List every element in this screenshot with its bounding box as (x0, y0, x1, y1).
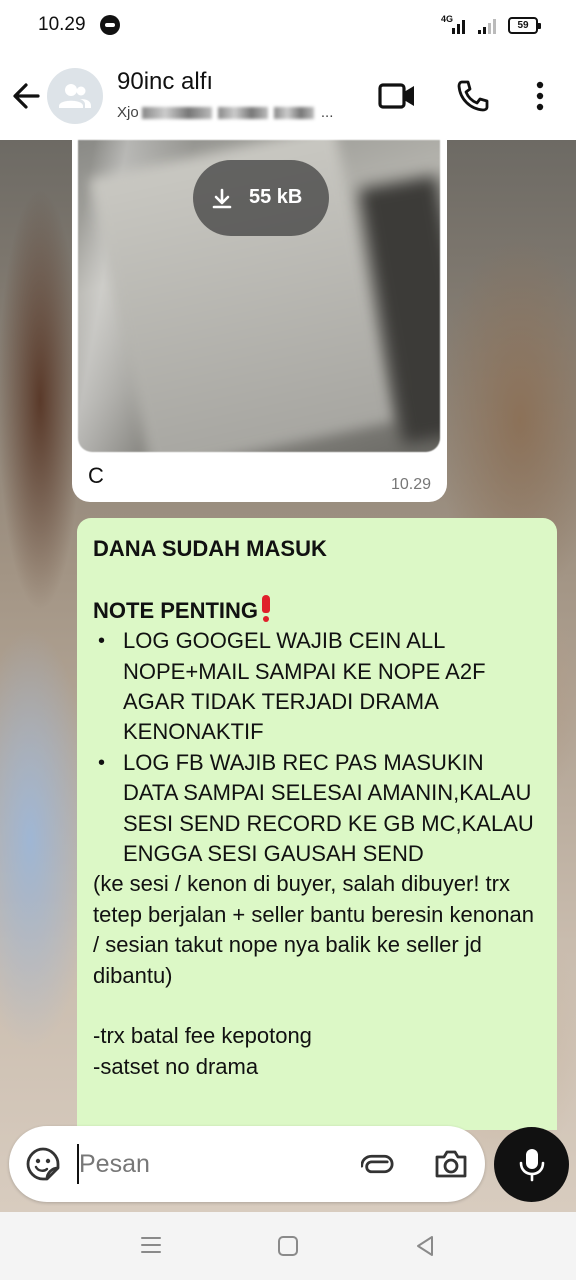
contact-subtitle-prefix: Xjo (117, 104, 139, 121)
download-icon (212, 188, 232, 209)
message-extra-line: -satset no drama (93, 1053, 259, 1079)
contact-subtitle[interactable]: Xjo ... (117, 104, 333, 121)
contact-name[interactable]: 90inc alfı (117, 68, 213, 96)
home-icon[interactable] (278, 1236, 298, 1256)
paperclip-icon[interactable] (360, 1146, 395, 1182)
recent-apps-icon[interactable] (140, 1234, 162, 1256)
redacted-blur-3 (273, 107, 314, 120)
image-caption: C (88, 463, 104, 488)
video-camera-icon[interactable] (377, 78, 417, 114)
chat-header: 90inc alfı Xjo ... (0, 52, 576, 140)
message-extra-line: -trx batal fee kepotong (93, 1023, 312, 1049)
signal-strength-icon (444, 18, 466, 34)
microphone-icon (519, 1149, 545, 1182)
mic-button[interactable] (494, 1127, 569, 1202)
redacted-blur-2 (217, 107, 268, 120)
more-vertical-icon[interactable] (526, 78, 554, 114)
phone-icon[interactable] (455, 78, 491, 114)
sticker-icon[interactable] (25, 1146, 61, 1182)
bullet-item: LOG GOOGEL WAJIB CEIN ALL NOPE+MAIL SAMP… (93, 626, 541, 748)
message-time: 10.29 (390, 476, 431, 493)
battery-icon: 59 (508, 17, 541, 34)
bullet-item: LOG FB WAJIB REC PAS MASUKIN DATA SAMPAI… (93, 748, 541, 870)
signal-strength-icon-2 (476, 18, 498, 34)
note-heading-text: NOTE PENTING (93, 597, 259, 623)
contact-subtitle-suffix: ... (320, 104, 334, 121)
download-size: 55 kB (249, 186, 303, 208)
note-heading: NOTE PENTING (93, 594, 541, 626)
back-nav-icon[interactable] (414, 1234, 436, 1258)
camera-icon[interactable] (433, 1146, 469, 1182)
notification-icon (100, 15, 120, 35)
status-time: 10.29 (38, 14, 86, 35)
arrow-left-icon[interactable] (8, 74, 48, 118)
bullet-list: LOG GOOGEL WAJIB CEIN ALL NOPE+MAIL SAMP… (93, 626, 541, 869)
message-line-1: DANA SUDAH MASUK (93, 536, 327, 561)
message-composer (9, 1126, 485, 1202)
download-button[interactable]: 55 kB (193, 160, 329, 236)
image-message-bubble[interactable]: 55 kB C 10.29 (72, 140, 447, 502)
group-avatar-icon[interactable] (47, 68, 103, 124)
status-bar: 10.29 4G 59 (0, 0, 576, 52)
redacted-blur (141, 107, 212, 120)
message-paragraph: (ke sesi / kenon di buyer, salah dibuyer… (93, 871, 534, 988)
exclamation-icon (262, 594, 271, 622)
system-nav-bar (0, 1212, 576, 1280)
message-body: DANA SUDAH MASUK NOTE PENTING LOG GOOGEL… (93, 534, 541, 1082)
text-message-bubble[interactable]: DANA SUDAH MASUK NOTE PENTING LOG GOOGEL… (77, 518, 557, 1130)
message-input[interactable] (77, 1144, 347, 1184)
